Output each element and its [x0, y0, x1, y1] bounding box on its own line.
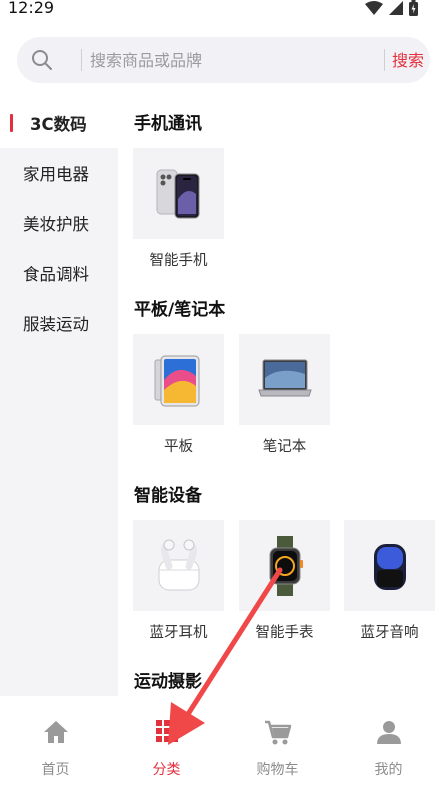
search-button[interactable]: 搜索	[392, 47, 424, 71]
search-divider	[81, 49, 82, 71]
tab-cart[interactable]: 购物车	[222, 696, 333, 792]
category-tile-smartphone[interactable]: 智能手机	[133, 148, 224, 270]
section-title-phones: 手机通讯	[134, 114, 202, 134]
tablet-icon	[154, 355, 199, 406]
bottom-tab-bar: 首页 分类 购物车 我的	[0, 696, 444, 792]
tab-category[interactable]: 分类	[111, 696, 222, 792]
tab-label: 我的	[374, 762, 403, 778]
search-bar: 搜索	[17, 37, 430, 83]
laptop-icon	[257, 359, 312, 396]
grid-icon	[155, 720, 178, 742]
home-icon	[43, 721, 68, 743]
category-content: 手机通讯 智能手机 平板/笔记本 平板 笔记本 智能设备 蓝牙耳机 智能手表 蓝…	[118, 98, 444, 696]
speaker-icon	[373, 543, 406, 590]
sidebar-item-label: 家用电器	[23, 165, 89, 184]
sidebar-item-beauty-skincare[interactable]: 美妆护肤	[0, 198, 118, 248]
tab-label: 首页	[41, 762, 70, 778]
category-tile-label: 蓝牙耳机	[149, 625, 208, 641]
battery-icon	[409, 0, 418, 16]
category-tile-label: 蓝牙音响	[360, 625, 419, 641]
search-input[interactable]	[90, 46, 370, 74]
category-tile-smartwatch[interactable]: 智能手表	[239, 520, 330, 642]
category-tile-speaker[interactable]: 蓝牙音响	[344, 520, 435, 642]
section-title-smart-devices: 智能设备	[134, 486, 202, 506]
tab-home[interactable]: 首页	[0, 696, 111, 792]
status-time: 12:29	[8, 0, 55, 17]
category-tile-earbuds[interactable]: 蓝牙耳机	[133, 520, 224, 642]
category-tile-label: 笔记本	[262, 439, 307, 455]
sidebar-item-label: 3C数码	[30, 115, 87, 134]
sidebar-item-label: 服装运动	[23, 315, 89, 334]
category-tile-label: 平板	[164, 439, 193, 455]
wifi-icon	[365, 1, 383, 15]
cart-icon	[264, 720, 291, 745]
earbuds-icon	[158, 539, 199, 590]
category-tile-label: 智能手表	[255, 625, 314, 641]
tab-label: 分类	[152, 762, 181, 778]
category-tile-laptop[interactable]: 笔记本	[239, 334, 330, 456]
section-title-sports-photography: 运动摄影	[134, 672, 202, 692]
sidebar-item-food-seasoning[interactable]: 食品调料	[0, 248, 118, 298]
category-sidebar: 3C数码 家用电器 美妆护肤 食品调料 服装运动	[0, 98, 118, 696]
active-indicator	[10, 114, 13, 132]
signal-icon	[389, 1, 403, 15]
smartwatch-icon	[269, 535, 303, 596]
sidebar-item-label: 美妆护肤	[23, 215, 89, 234]
sidebar-item-apparel-sports[interactable]: 服装运动	[0, 298, 118, 348]
category-tile-label: 智能手机	[149, 253, 208, 269]
sidebar-item-3c-digital[interactable]: 3C数码	[0, 98, 118, 148]
status-bar: 12:29	[0, 0, 444, 24]
search-button-divider	[384, 49, 385, 71]
smartphone-icon	[156, 169, 199, 218]
section-title-tablets-laptops: 平板/笔记本	[134, 300, 226, 320]
sidebar-item-home-appliances[interactable]: 家用电器	[0, 148, 118, 198]
sidebar-item-label: 食品调料	[23, 265, 89, 284]
search-icon	[32, 50, 52, 70]
person-icon	[376, 721, 401, 744]
category-tile-tablet[interactable]: 平板	[133, 334, 224, 456]
tab-label: 购物车	[256, 762, 299, 778]
status-icons	[365, 0, 418, 16]
tab-profile[interactable]: 我的	[333, 696, 444, 792]
